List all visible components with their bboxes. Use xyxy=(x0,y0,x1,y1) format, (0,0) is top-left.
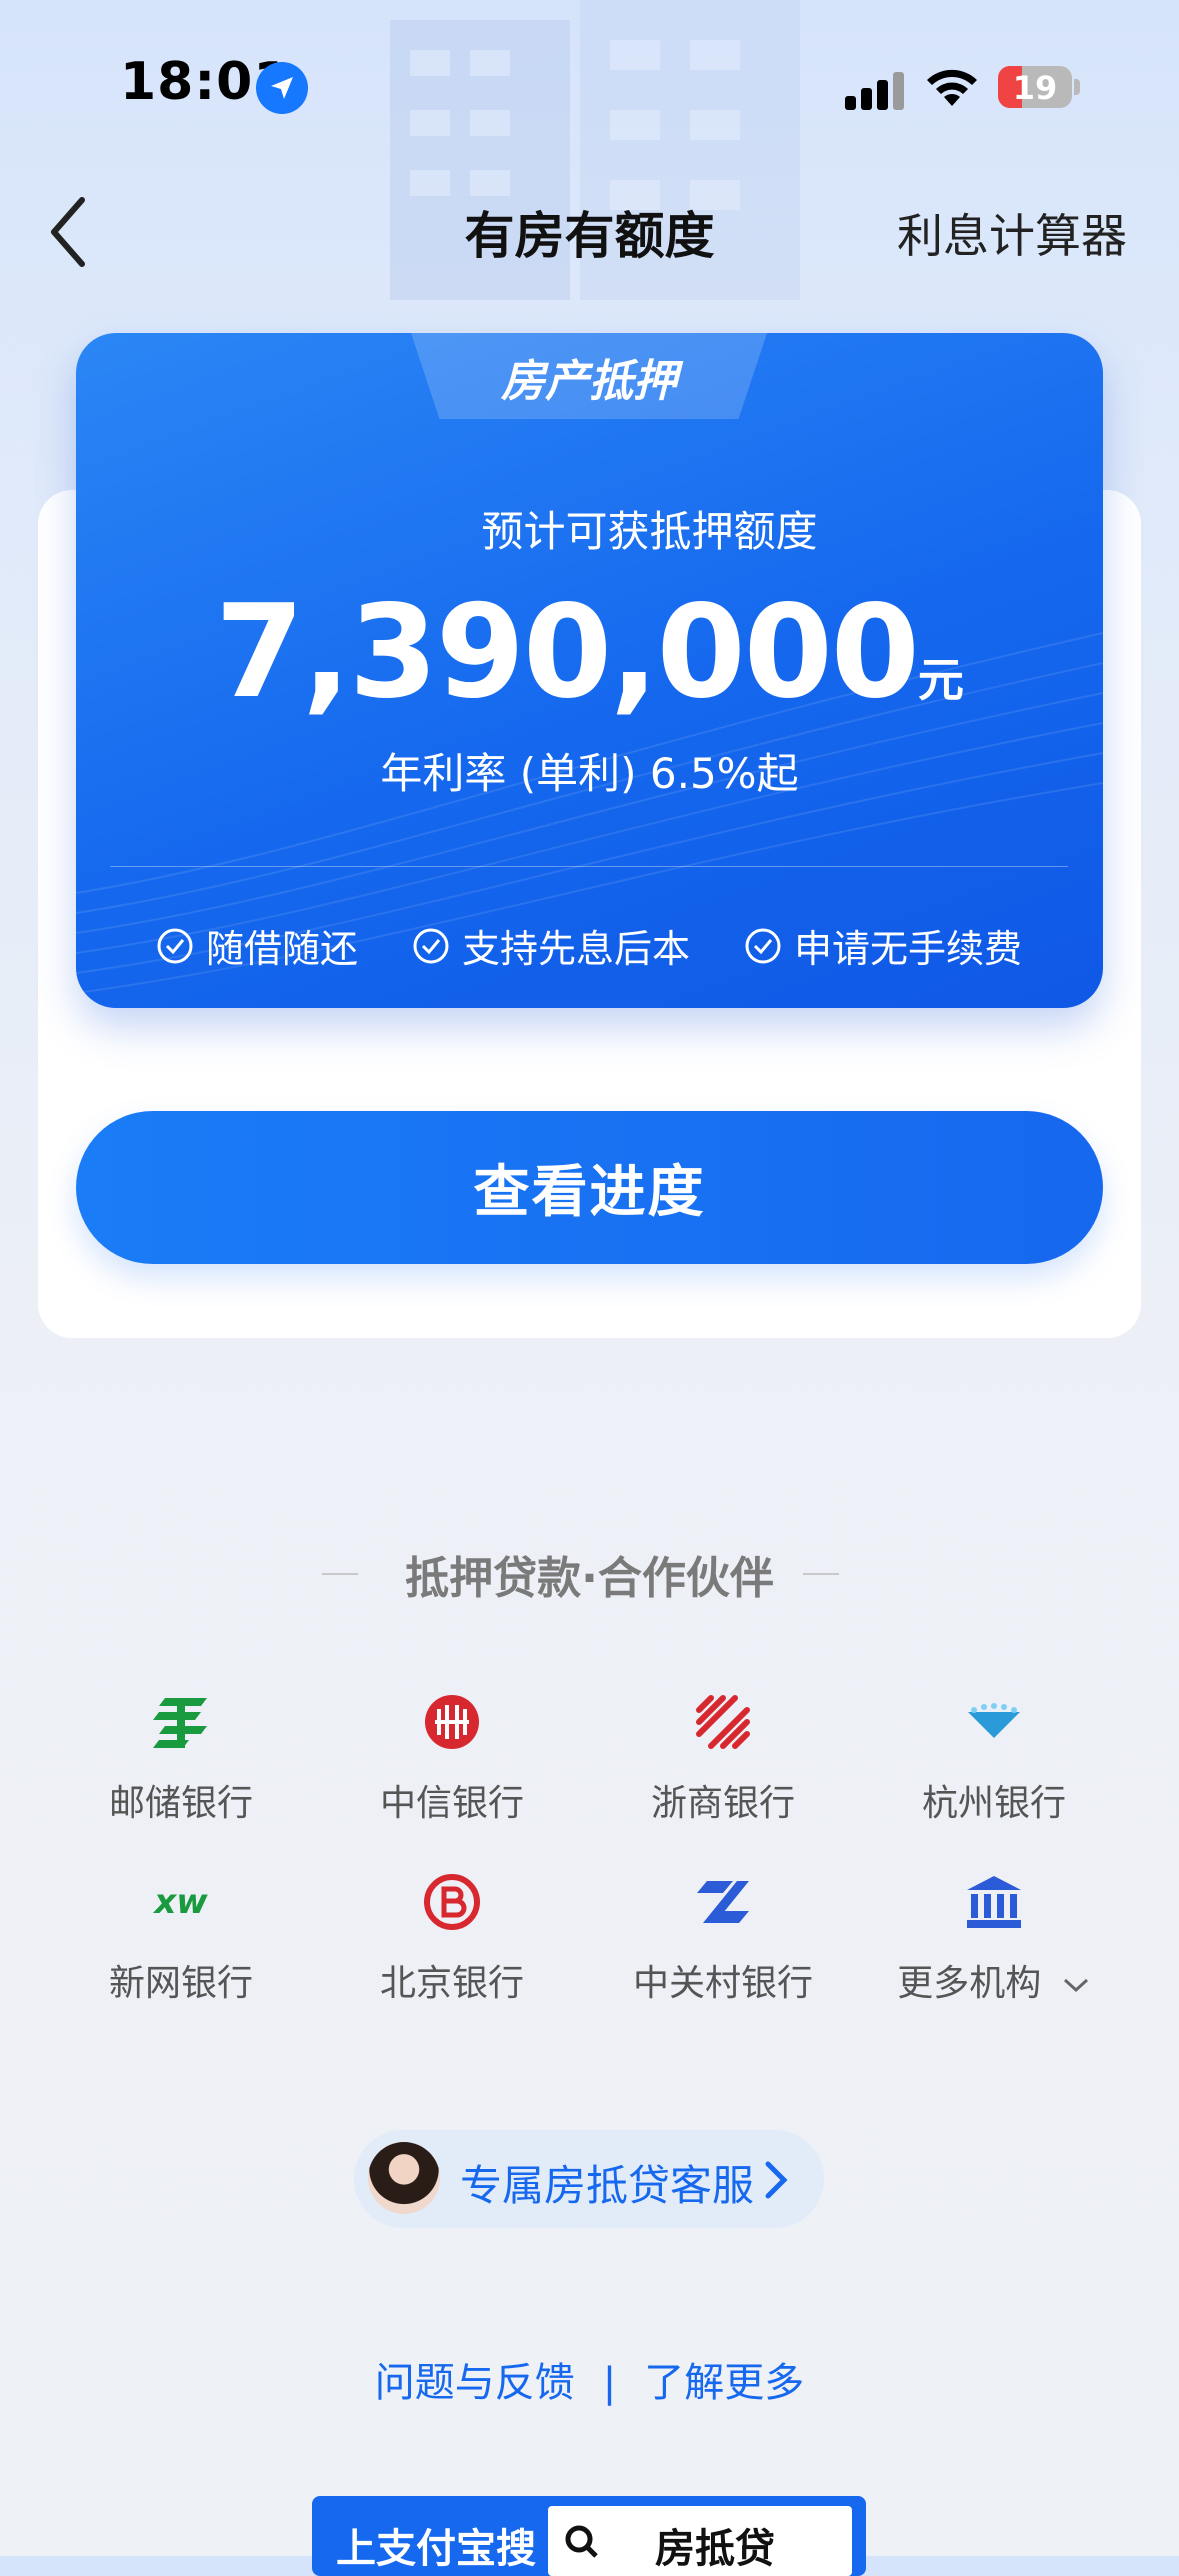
interest-calculator-link[interactable]: 利息计算器 xyxy=(897,200,1127,266)
battery-level: 19 xyxy=(1012,69,1058,107)
view-progress-button[interactable]: 查看进度 xyxy=(76,1111,1103,1264)
feature-item: 随借随还 xyxy=(156,918,358,973)
bob-logo-icon xyxy=(424,1874,480,1930)
bank-item-psbc[interactable]: 邮储银行 xyxy=(56,1690,306,1826)
bank-name: 北京银行 xyxy=(379,1963,524,2004)
bank-name: 更多机构 xyxy=(897,1963,1042,2004)
quota-amount-value: 7,390,000 xyxy=(215,578,920,727)
learn-more-link[interactable]: 了解更多 xyxy=(644,2360,804,2406)
feedback-link[interactable]: 问题与反馈 xyxy=(375,2360,575,2406)
feature-label: 支持先息后本 xyxy=(462,927,691,971)
customer-service-label[interactable]: 专属房抵贷客服 xyxy=(460,2152,754,2213)
czbank-logo-icon xyxy=(696,1695,750,1749)
check-circle-icon xyxy=(413,928,449,963)
bank-name: 中关村银行 xyxy=(632,1963,813,2004)
battery-icon: 19 xyxy=(998,66,1072,108)
search-icon xyxy=(565,2525,598,2558)
bank-name: 邮储银行 xyxy=(108,1783,253,1824)
bank-item-czbank[interactable]: 浙商银行 xyxy=(598,1690,848,1826)
quota-label: 预计可获抵押额度 xyxy=(481,507,818,556)
quota-amount-unit: 元 xyxy=(917,653,964,707)
title-divider-right xyxy=(803,1573,839,1575)
xw-logo-icon: xw xyxy=(56,1870,306,1934)
chevron-right-icon xyxy=(765,2161,788,2199)
wifi-icon xyxy=(927,69,977,106)
feature-label: 申请无手续费 xyxy=(794,927,1023,971)
bank-name: 浙商银行 xyxy=(650,1783,795,1824)
banner-query: 房抵贷 xyxy=(655,2526,775,2572)
bank-item-zgc[interactable]: 中关村银行 xyxy=(598,1870,848,2006)
bank-name: 中信银行 xyxy=(379,1783,524,1824)
bank-name: 杭州银行 xyxy=(921,1783,1066,1824)
check-circle-icon xyxy=(745,928,781,963)
feature-item: 支持先息后本 xyxy=(412,918,690,973)
psbc-logo-icon xyxy=(153,1698,207,1748)
link-separator: | xyxy=(602,2360,617,2406)
footer-links: 问题与反馈 | 了解更多 xyxy=(0,2350,1179,2408)
annual-rate: 年利率 (单利) 6.5%起 xyxy=(380,749,799,798)
card-divider xyxy=(110,866,1068,867)
hzbank-logo-icon xyxy=(968,1703,1020,1738)
partners-title: 抵押贷款·合作伙伴 xyxy=(405,1553,774,1604)
zgc-logo-icon xyxy=(697,1881,749,1923)
avatar xyxy=(368,2142,440,2214)
feature-label: 随借随还 xyxy=(206,927,359,971)
bank-item-bob[interactable]: 北京银行 xyxy=(327,1870,577,2006)
bank-building-icon xyxy=(967,1876,1021,1928)
citic-logo-icon xyxy=(425,1695,479,1749)
bank-item-citic[interactable]: 中信银行 xyxy=(327,1690,577,1826)
bank-name: 新网银行 xyxy=(108,1963,253,2004)
card-tab-label: 房产抵押 xyxy=(501,356,677,407)
cellular-signal-icon xyxy=(845,70,905,110)
bank-item-hzbank[interactable]: 杭州银行 xyxy=(869,1690,1119,1826)
feature-item: 申请无手续费 xyxy=(744,918,1022,973)
xw-logo-text: xw xyxy=(154,1882,208,1922)
banner-prefix: 上支付宝搜 xyxy=(336,2526,536,2572)
battery-cap xyxy=(1074,79,1080,95)
quota-amount: 7,390,000元 xyxy=(0,578,1179,727)
more-institutions-button[interactable]: 更多机构 xyxy=(869,1870,1119,2006)
chevron-down-icon xyxy=(1063,1978,1088,1993)
location-arrow-icon xyxy=(256,62,308,114)
check-circle-icon xyxy=(157,928,193,963)
bank-item-xw[interactable]: xw 新网银行 xyxy=(56,1870,306,2006)
